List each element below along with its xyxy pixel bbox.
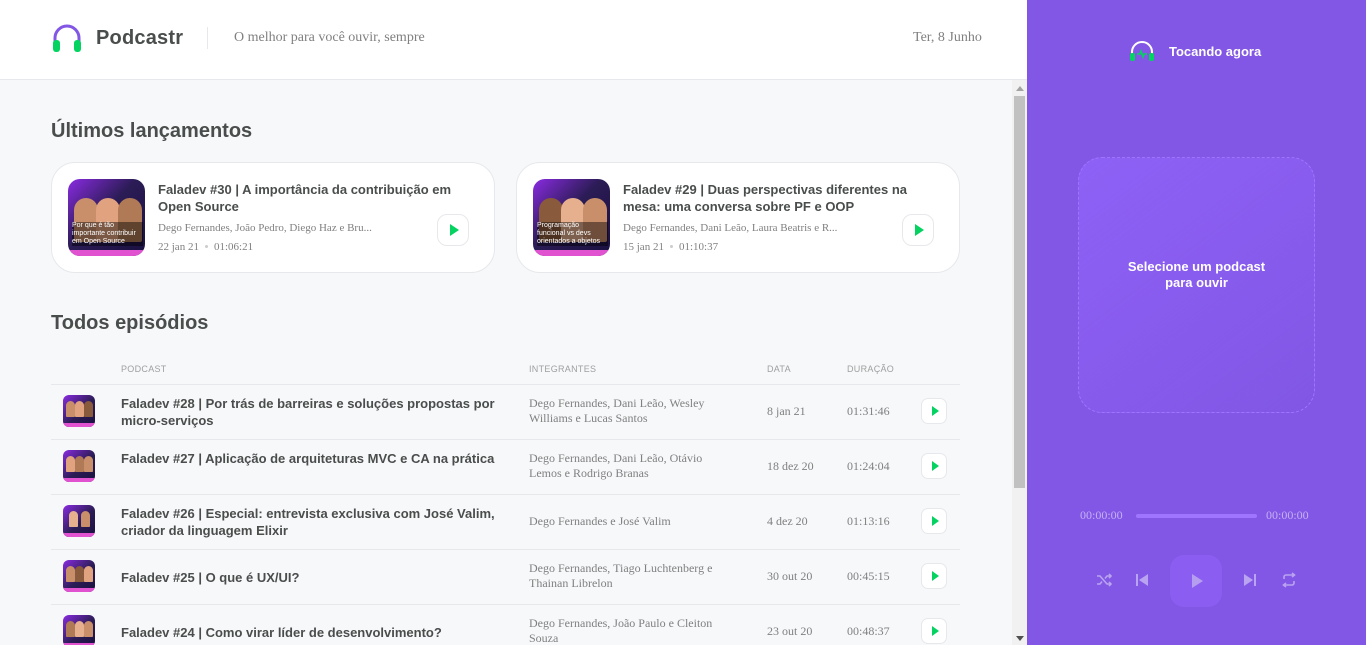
- episode-date: 18 dez 20: [767, 459, 814, 473]
- current-time: 00:00:00: [1080, 508, 1123, 522]
- play-icon: [931, 571, 939, 581]
- play-button[interactable]: [921, 508, 947, 534]
- previous-icon[interactable]: [1133, 571, 1151, 589]
- episode-date: 4 dez 20: [767, 514, 808, 528]
- episode-duration: 00:48:37: [847, 624, 890, 638]
- episode-thumbnail: Por que é tão importante contribuir em O…: [68, 179, 145, 256]
- episode-date: 8 jan 21: [767, 404, 806, 418]
- thumbnail-caption: Programação funcional vs devs orientados…: [537, 222, 608, 246]
- episode-members: Dego Fernandes, Dani Leão, Wesley Willia…: [529, 396, 705, 425]
- scroll-up-arrow-icon[interactable]: [1016, 86, 1024, 91]
- episode-duration: 01:24:04: [847, 459, 890, 473]
- next-icon[interactable]: [1241, 571, 1259, 589]
- play-button[interactable]: [902, 214, 934, 246]
- thumbnail-caption: Por que é tão importante contribuir em O…: [72, 222, 143, 246]
- episode-date: 30 out 20: [767, 569, 813, 583]
- now-playing-header: Tocando agora: [1129, 40, 1261, 62]
- play-button[interactable]: [921, 398, 947, 424]
- episode-date: 15 jan 21: [623, 241, 664, 253]
- episode-title[interactable]: Faladev #24 | Como virar líder de desenv…: [121, 624, 501, 641]
- episode-duration: 01:10:37: [678, 241, 719, 253]
- shuffle-icon[interactable]: [1095, 571, 1113, 589]
- play-button[interactable]: [921, 563, 947, 589]
- table-row[interactable]: Faladev #27 | Aplicação de arquiteturas …: [51, 439, 960, 494]
- episode-title[interactable]: Faladev #27 | Aplicação de arquiteturas …: [121, 450, 501, 467]
- play-icon: [915, 224, 924, 236]
- play-icon: [931, 626, 939, 636]
- empty-player-placeholder: Selecione um podcast para ouvir: [1078, 157, 1315, 413]
- repeat-icon[interactable]: [1280, 571, 1298, 589]
- episode-date: 23 out 20: [767, 624, 813, 638]
- top-header: Podcastr O melhor para você ouvir, sempr…: [0, 0, 1027, 80]
- episode-members: Dego Fernandes e José Valim: [529, 514, 671, 528]
- current-date: Ter, 8 Junho: [913, 30, 982, 45]
- play-button[interactable]: [437, 214, 469, 246]
- header-divider: [207, 27, 208, 49]
- episode-title[interactable]: Faladev #26 | Especial: entrevista exclu…: [121, 505, 501, 539]
- table-row[interactable]: Faladev #24 | Como virar líder de desenv…: [51, 604, 960, 645]
- latest-episode-card[interactable]: Por que é tão importante contribuir em O…: [51, 162, 495, 273]
- progress-area: 00:00:00 00:00:00: [1080, 508, 1325, 522]
- table-row[interactable]: Faladev #26 | Especial: entrevista exclu…: [51, 494, 960, 549]
- progress-slider[interactable]: [1136, 514, 1257, 518]
- app-name: Podcastr: [96, 26, 184, 49]
- episode-title[interactable]: Faladev #29 | Duas perspectivas diferent…: [623, 181, 943, 215]
- play-icon: [931, 461, 939, 471]
- episode-thumbnail: Programação funcional vs devs orientados…: [533, 179, 610, 256]
- episode-thumbnail: [63, 615, 95, 645]
- all-episodes-title: Todos episódios: [51, 312, 209, 334]
- scroll-thumb[interactable]: [1014, 96, 1025, 488]
- headphones-logo-icon: [53, 24, 81, 52]
- episode-members: Dego Fernandes, Tiago Luchtenberg e Thai…: [529, 561, 713, 590]
- table-row[interactable]: Faladev #25 | O que é UX/UI? Dego Fernan…: [51, 549, 960, 604]
- play-pause-button[interactable]: [1170, 555, 1222, 607]
- episode-title[interactable]: Faladev #28 | Por trás de barreiras e so…: [121, 395, 501, 429]
- episode-thumbnail: [63, 560, 95, 592]
- episode-duration: 01:06:21: [213, 241, 254, 253]
- play-button[interactable]: [921, 618, 947, 644]
- player-controls: [1093, 555, 1303, 607]
- episode-duration: 01:31:46: [847, 404, 890, 418]
- latest-section-title: Últimos lançamentos: [51, 120, 253, 142]
- table-row[interactable]: Faladev #28 | Por trás de barreiras e so…: [51, 384, 960, 439]
- column-header-members: Integrantes: [529, 364, 597, 374]
- play-icon: [931, 516, 939, 526]
- play-icon: [931, 406, 939, 416]
- column-header-duration: Duração: [847, 364, 895, 374]
- episode-title[interactable]: Faladev #25 | O que é UX/UI?: [121, 569, 501, 586]
- latest-episode-card[interactable]: Programação funcional vs devs orientados…: [516, 162, 960, 273]
- scroll-down-arrow-icon[interactable]: [1016, 636, 1024, 641]
- play-icon: [450, 224, 459, 236]
- episode-members: Dego Fernandes, Dani Leão, Otávio Lemos …: [529, 451, 703, 480]
- scrollbar[interactable]: [1012, 80, 1027, 645]
- episode-members: Dego Fernandes, João Pedro, Diego Haz e …: [158, 222, 372, 234]
- tagline: O melhor para você ouvir, sempre: [234, 30, 425, 45]
- total-time: 00:00:00: [1266, 508, 1309, 522]
- play-icon: [1192, 574, 1203, 588]
- episode-members: Dego Fernandes, Dani Leão, Laura Beatris…: [623, 222, 838, 234]
- episode-thumbnail: [63, 450, 95, 482]
- column-header-podcast: Podcast: [121, 364, 167, 374]
- column-header-date: Data: [767, 364, 791, 374]
- episode-duration: 01:13:16: [847, 514, 890, 528]
- episode-duration: 00:45:15: [847, 569, 890, 583]
- empty-player-message: Selecione um podcast para ouvir: [1127, 259, 1266, 290]
- main-area: Podcastr O melhor para você ouvir, sempr…: [0, 0, 1027, 645]
- episode-thumbnail: [63, 505, 95, 537]
- episode-thumbnail: [63, 395, 95, 427]
- episode-meta: 15 jan 21 01:10:37: [623, 241, 718, 253]
- now-playing-label: Tocando agora: [1169, 43, 1262, 59]
- episode-meta: 22 jan 21 01:06:21: [158, 241, 253, 253]
- episode-date: 22 jan 21: [158, 241, 199, 253]
- player-panel: Tocando agora Selecione um podcast para …: [1027, 0, 1366, 645]
- episode-members: Dego Fernandes, João Paulo e Cleiton Sou…: [529, 616, 713, 645]
- play-button[interactable]: [921, 453, 947, 479]
- episode-title[interactable]: Faladev #30 | A importância da contribui…: [158, 181, 478, 215]
- headphones-icon: [1130, 41, 1154, 61]
- logo[interactable]: Podcastr: [51, 22, 183, 54]
